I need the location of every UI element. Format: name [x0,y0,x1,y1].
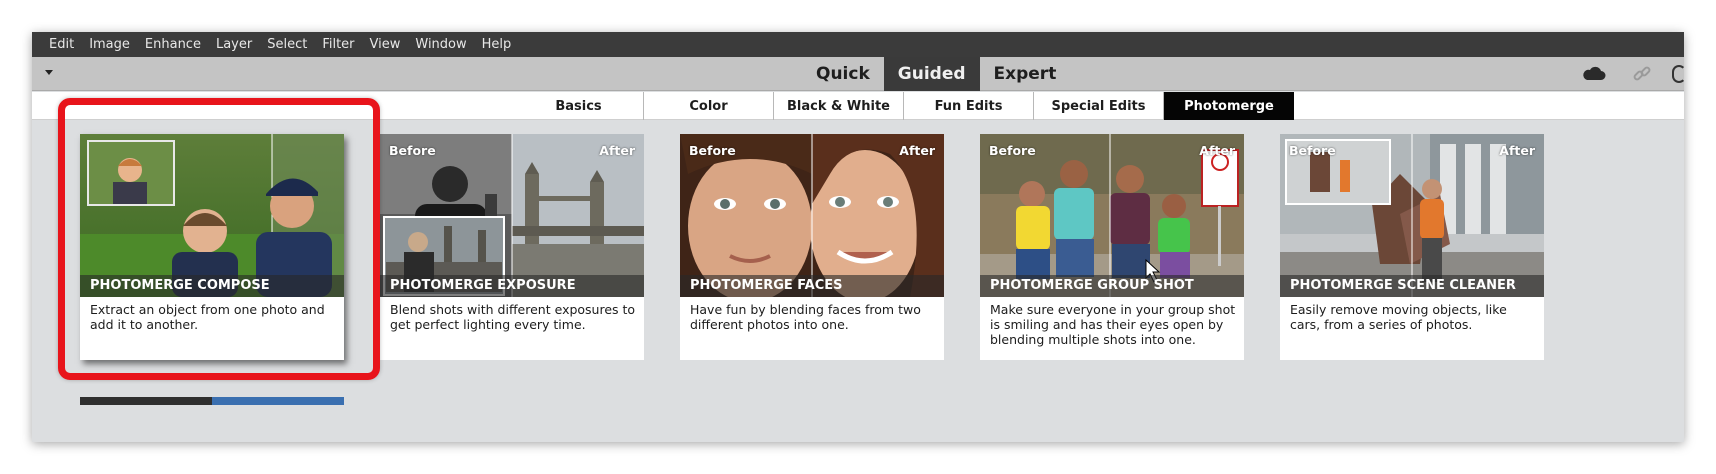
tab-black-white[interactable]: Black & White [774,92,904,120]
menu-layer[interactable]: Layer [216,37,252,52]
tab-photomerge[interactable]: Photomerge [1164,92,1294,120]
menu-image[interactable]: Image [89,37,130,52]
card-photomerge-faces[interactable]: Before After PHOTOMERGE FACES Have fun b… [680,134,944,360]
menu-view[interactable]: View [370,37,401,52]
tab-guided[interactable]: Guided [883,57,980,91]
next-card-thumbnail [212,397,344,405]
after-label: After [899,143,935,158]
tab-basics[interactable]: Basics [514,92,644,120]
card-description: Have fun by blending faces from two diff… [690,302,921,332]
menu-enhance[interactable]: Enhance [145,37,201,52]
cloud-icon[interactable] [1582,65,1606,81]
card-description: Blend shots with different exposures to … [390,302,636,332]
card-title: PHOTOMERGE SCENE CLEANER [1280,275,1544,297]
card-photomerge-scene-cleaner[interactable]: Before After PHOTOMERGE SCENE CLEANER Ea… [1280,134,1544,360]
tab-special-edits[interactable]: Special Edits [1034,92,1164,120]
after-label: After [1199,143,1235,158]
tab-fun-edits[interactable]: Fun Edits [904,92,1034,120]
menu-bar: Edit Image Enhance Layer Select Filter V… [32,32,1684,57]
mode-tabs: Quick Guided Expert [802,57,1070,91]
card-thumbnail: Before After PHOTOMERGE SCENE CLEANER [1280,134,1544,297]
before-label: Before [1289,143,1336,158]
before-label: Before [389,143,436,158]
card-description: Make sure everyone in your group shot is… [990,302,1236,347]
tab-color[interactable]: Color [644,92,774,120]
card-description: Easily remove moving objects, like cars,… [1290,302,1507,332]
link-icon[interactable] [1632,64,1652,84]
tab-expert[interactable]: Expert [980,57,1071,91]
card-title: PHOTOMERGE EXPOSURE [380,275,644,297]
before-label: Before [689,143,736,158]
menu-window[interactable]: Window [415,37,466,52]
help-icon[interactable] [1672,65,1684,83]
menu-filter[interactable]: Filter [322,37,354,52]
mode-bar: Quick Guided Expert [32,57,1684,91]
card-thumbnail: Before After PHOTOMERGE GROUP SHOT [980,134,1244,297]
card-photomerge-exposure[interactable]: Before After PHOTOMERGE EXPOSURE Blend s… [380,134,644,360]
before-label: Before [989,143,1036,158]
menu-edit[interactable]: Edit [49,37,74,52]
highlight-box [58,98,380,380]
card-thumbnail: Before After PHOTOMERGE EXPOSURE [380,134,644,297]
tab-quick[interactable]: Quick [802,57,884,91]
card-title: PHOTOMERGE GROUP SHOT [980,275,1244,297]
after-label: After [599,143,635,158]
card-photomerge-group-shot[interactable]: Before After PHOTOMERGE GROUP SHOT Make … [980,134,1244,360]
next-card-thumbnail [80,397,212,405]
menu-help[interactable]: Help [482,37,512,52]
after-label: After [1499,143,1535,158]
menu-select[interactable]: Select [267,37,307,52]
card-title: PHOTOMERGE FACES [680,275,944,297]
chevron-down-icon[interactable] [45,70,53,75]
card-thumbnail: Before After PHOTOMERGE FACES [680,134,944,297]
